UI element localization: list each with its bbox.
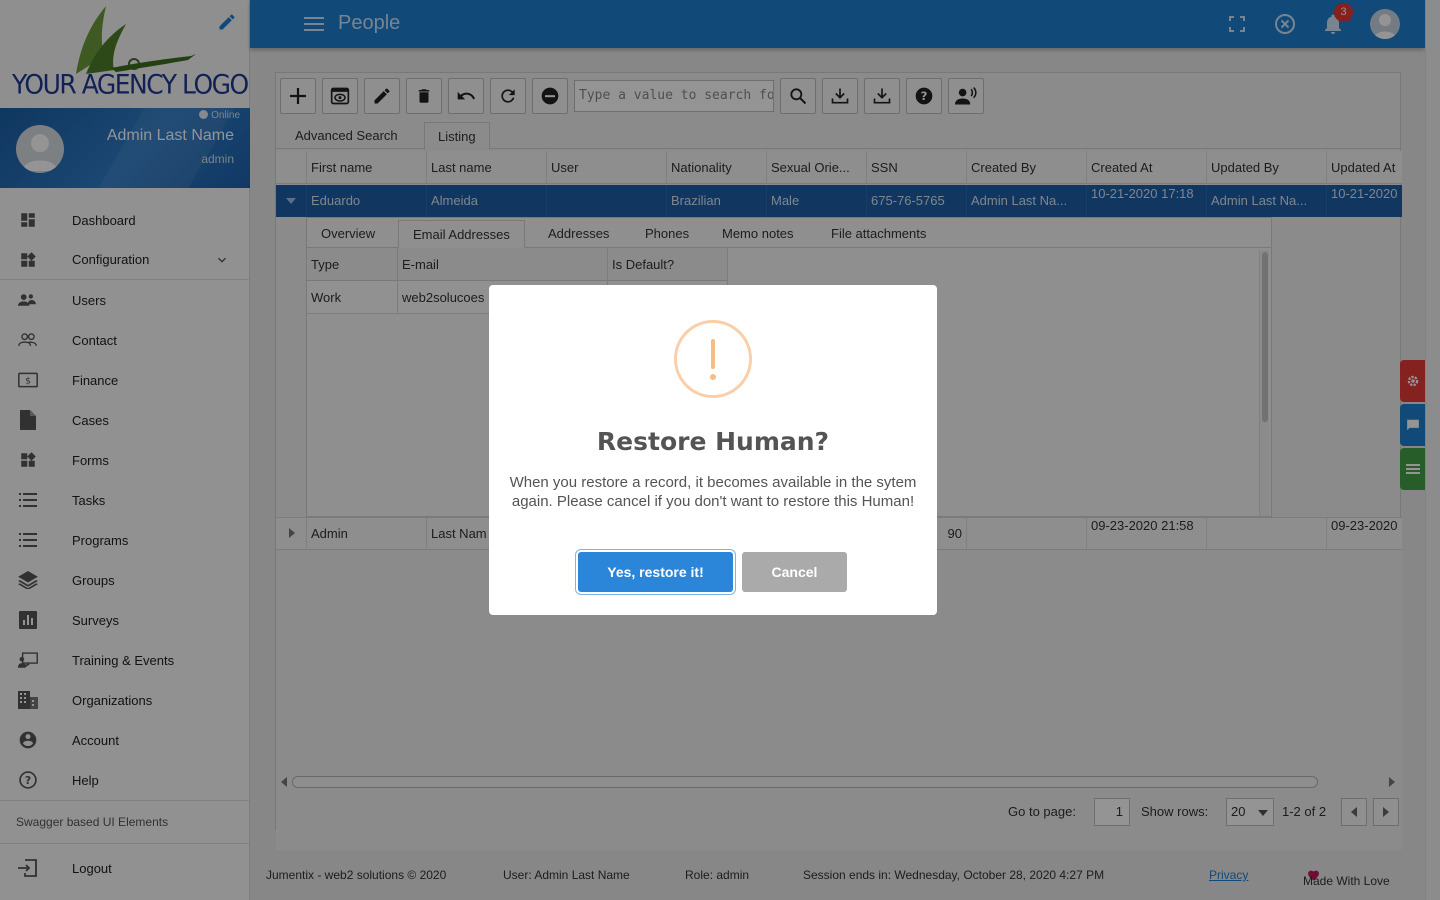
cancel-button[interactable]: Cancel — [742, 552, 847, 592]
restore-dialog: Restore Human? When you restore a record… — [489, 285, 937, 615]
confirm-restore-button[interactable]: Yes, restore it! — [578, 552, 733, 592]
dialog-title: Restore Human? — [596, 427, 830, 456]
warning-icon — [674, 320, 752, 398]
dialog-message: When you restore a record, it becomes av… — [509, 474, 917, 510]
